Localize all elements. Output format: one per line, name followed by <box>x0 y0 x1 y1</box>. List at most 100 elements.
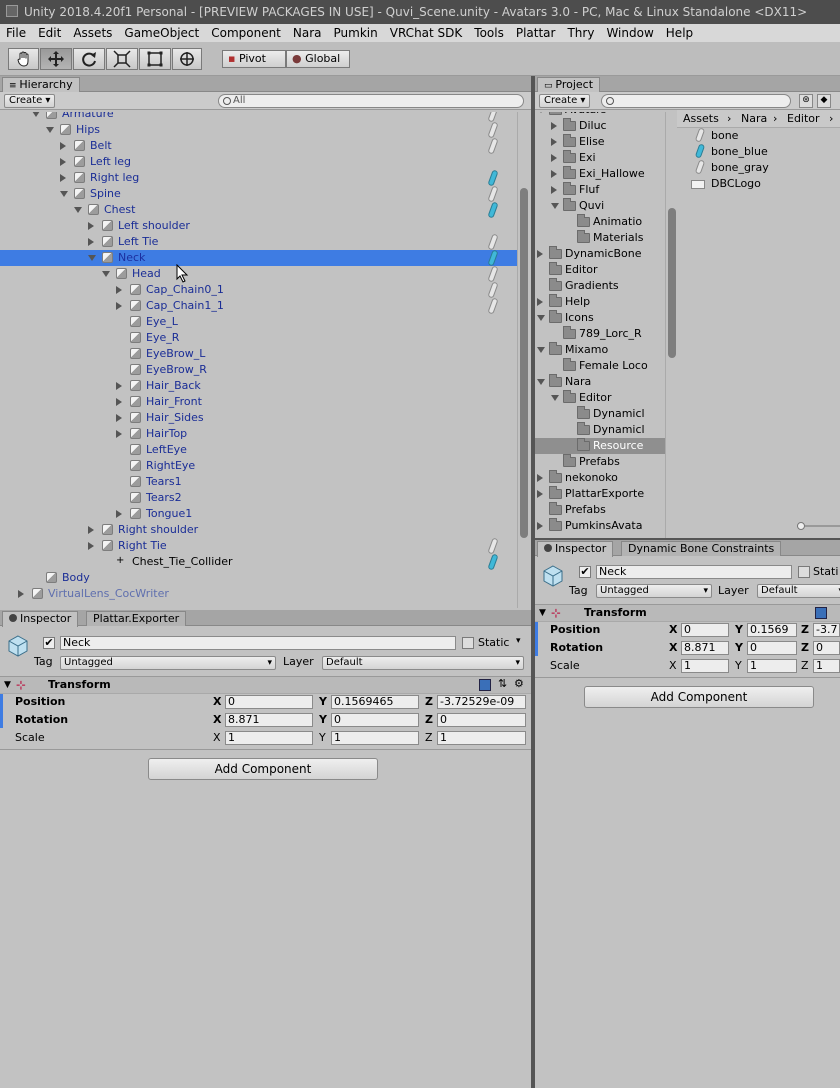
preset-icon[interactable]: ⇅ <box>498 677 507 690</box>
foldout-closed-icon[interactable] <box>88 542 94 550</box>
filter-by-label-icon[interactable]: ◆ <box>817 94 831 108</box>
menu-pumkin[interactable]: Pumkin <box>328 24 384 42</box>
foldout-closed-icon[interactable] <box>116 302 122 310</box>
foldout-closed-icon[interactable] <box>116 398 122 406</box>
global-toggle[interactable]: ● Global <box>286 50 350 68</box>
hierarchy-row[interactable]: LeftEye <box>0 442 517 458</box>
hierarchy-row[interactable]: Hair_Back <box>0 378 517 394</box>
breadcrumb-nara[interactable]: Nara <box>741 112 767 125</box>
scale-x-field[interactable]: 1 <box>681 659 729 673</box>
menu-gameobject[interactable]: GameObject <box>118 24 205 42</box>
hierarchy-row[interactable]: Right shoulder <box>0 522 517 538</box>
scale-x-field[interactable]: 1 <box>225 731 313 745</box>
project-folder-row[interactable]: Dynamicl <box>535 422 665 438</box>
foldout-open-icon[interactable] <box>537 315 545 321</box>
scale-y-field[interactable]: 1 <box>747 659 797 673</box>
foldout-closed-icon[interactable] <box>18 590 24 598</box>
project-file-row[interactable]: DBCLogo <box>677 176 837 192</box>
foldout-open-icon[interactable] <box>551 395 559 401</box>
breadcrumb-assets[interactable]: Assets <box>683 112 719 125</box>
help-book-icon[interactable] <box>815 607 827 619</box>
position-x-field[interactable]: 0 <box>225 695 313 709</box>
add-component-button[interactable]: Add Component <box>148 758 378 780</box>
tab-inspector-right[interactable]: Inspector <box>537 541 614 557</box>
project-folder-row[interactable]: Elise <box>535 134 665 150</box>
menu-help[interactable]: Help <box>660 24 699 42</box>
hierarchy-row[interactable]: Head <box>0 265 517 283</box>
menu-tools[interactable]: Tools <box>468 24 510 42</box>
foldout-closed-icon[interactable] <box>116 414 122 422</box>
position-z-field[interactable]: -3.7 <box>813 623 840 637</box>
hierarchy-scroll-thumb[interactable] <box>520 188 528 538</box>
hierarchy-row[interactable]: Eye_R <box>0 330 517 346</box>
project-folder-row[interactable]: Prefabs <box>535 454 665 470</box>
hierarchy-row[interactable]: + Chest_Tie_Collider <box>0 553 517 571</box>
scale-tool-button[interactable] <box>106 48 138 70</box>
hierarchy-row[interactable]: Hips <box>0 121 517 139</box>
hierarchy-row[interactable]: Tears1 <box>0 474 517 490</box>
filter-by-type-icon[interactable]: ⊛ <box>799 94 813 108</box>
menu-component[interactable]: Component <box>205 24 287 42</box>
help-book-icon[interactable] <box>479 679 491 691</box>
transform-header[interactable]: ▼ ⊹ Transform ⇅ ⚙ <box>0 676 531 694</box>
foldout-closed-icon[interactable] <box>116 510 122 518</box>
foldout-closed-icon[interactable] <box>60 158 66 166</box>
layer-dropdown[interactable]: Default <box>757 584 840 598</box>
rotation-y-field[interactable]: 0 <box>331 713 419 727</box>
position-x-field[interactable]: 0 <box>681 623 729 637</box>
project-folder-row[interactable]: nekonoko <box>535 470 665 486</box>
foldout-closed-icon[interactable] <box>88 238 94 246</box>
rotation-z-field[interactable]: 0 <box>437 713 526 727</box>
hand-tool-button[interactable] <box>8 48 39 70</box>
menu-thry[interactable]: Thry <box>561 24 600 42</box>
rotate-tool-button[interactable] <box>73 48 105 70</box>
foldout-closed-icon[interactable] <box>537 490 543 498</box>
hierarchy-search-input[interactable]: All <box>218 94 524 108</box>
tab-hierarchy[interactable]: ≡ Hierarchy <box>2 77 80 93</box>
foldout-closed-icon[interactable] <box>537 522 543 530</box>
project-file-row[interactable]: bone_blue <box>677 143 837 160</box>
foldout-arrow-icon[interactable]: ▼ <box>4 680 11 690</box>
project-create-button[interactable]: Create ▾ <box>539 94 591 108</box>
foldout-open-icon[interactable] <box>74 207 82 213</box>
move-tool-button[interactable] <box>40 48 72 70</box>
menu-file[interactable]: File <box>0 24 32 42</box>
project-folder-row[interactable]: Materials <box>535 230 665 246</box>
hierarchy-row[interactable]: Chest <box>0 201 517 219</box>
foldout-arrow-icon[interactable]: ▼ <box>539 608 546 618</box>
tab-plattar-exporter[interactable]: Plattar.Exporter <box>86 611 187 626</box>
foldout-closed-icon[interactable] <box>551 122 557 130</box>
foldout-closed-icon[interactable] <box>116 430 122 438</box>
scale-z-field[interactable]: 1 <box>437 731 526 745</box>
rect-tool-button[interactable] <box>139 48 171 70</box>
project-file-row[interactable]: bone <box>677 127 837 144</box>
foldout-closed-icon[interactable] <box>537 250 543 258</box>
transform-header[interactable]: ▼ ⊹ Transform <box>535 604 840 622</box>
foldout-open-icon[interactable] <box>102 271 110 277</box>
foldout-open-icon[interactable] <box>88 255 96 261</box>
hierarchy-row[interactable]: Cap_Chain0_1 <box>0 281 517 299</box>
project-folder-row[interactable]: PlattarExporte <box>535 486 665 502</box>
position-z-field[interactable]: -3.72529e-09 <box>437 695 526 709</box>
icon-size-slider[interactable] <box>797 522 840 530</box>
project-search-input[interactable] <box>601 94 791 108</box>
foldout-closed-icon[interactable] <box>60 142 66 150</box>
project-folder-row[interactable]: Icons <box>535 310 665 326</box>
rotation-x-field[interactable]: 8.871 <box>225 713 313 727</box>
menu-nara[interactable]: Nara <box>287 24 328 42</box>
project-file-row[interactable]: bone_gray <box>677 159 837 176</box>
foldout-open-icon[interactable] <box>537 379 545 385</box>
project-folder-scroll-thumb[interactable] <box>668 208 676 358</box>
project-folder-row[interactable]: Help <box>535 294 665 310</box>
hierarchy-row[interactable]: Right leg <box>0 169 517 187</box>
breadcrumb-editor[interactable]: Editor <box>787 112 820 125</box>
project-folder-row[interactable]: Exi <box>535 150 665 166</box>
hierarchy-row[interactable]: Armature <box>0 112 517 123</box>
foldout-closed-icon[interactable] <box>551 138 557 146</box>
foldout-closed-icon[interactable] <box>537 298 543 306</box>
project-folder-row[interactable]: PumkinsAvata <box>535 518 665 534</box>
gear-icon[interactable]: ⚙ <box>514 677 524 690</box>
project-folder-row[interactable]: DynamicBone <box>535 246 665 262</box>
project-folder-row[interactable]: Prefabs <box>535 502 665 518</box>
foldout-open-icon[interactable] <box>551 203 559 209</box>
